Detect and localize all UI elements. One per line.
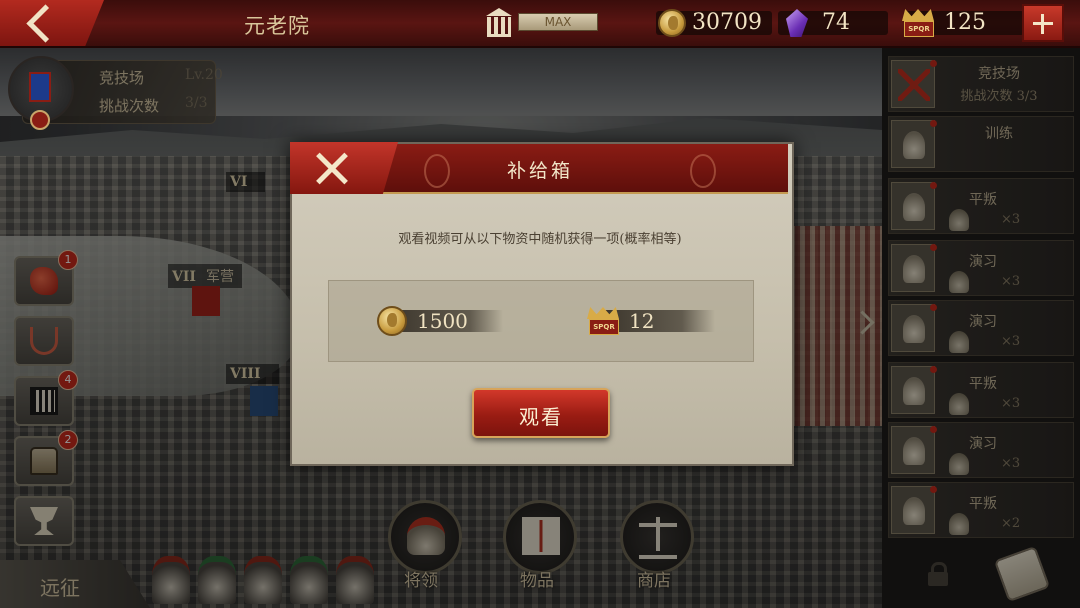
token-counter: 125 xyxy=(902,8,1024,38)
reward-tokens: 12 xyxy=(587,307,715,335)
reward-gold: 1500 xyxy=(377,306,503,336)
close-button[interactable] xyxy=(290,142,398,194)
supply-box-dialog: 补给箱 观看视频可从以下物资中随机获得一项(概率相等) 1500 12 观看 xyxy=(290,142,794,466)
temple-icon xyxy=(484,8,514,37)
gem-counter: 74 xyxy=(778,8,888,38)
add-currency-button[interactable] xyxy=(1022,4,1064,42)
page-title: 元老院 xyxy=(244,14,310,38)
back-arrow-icon xyxy=(26,3,65,43)
dialog-description: 观看视频可从以下物资中随机获得一项(概率相等) xyxy=(398,232,682,247)
building-level: MAX xyxy=(484,8,598,37)
arena-avatar[interactable] xyxy=(8,56,74,130)
banner-icon xyxy=(29,72,51,102)
top-bar: 元老院 MAX 30709 74 125 xyxy=(0,0,1080,48)
gold-counter: 30709 xyxy=(656,8,772,38)
back-button[interactable] xyxy=(0,0,104,46)
watch-video-button[interactable]: 观看 xyxy=(472,388,610,438)
reward-list: 1500 12 xyxy=(328,280,754,362)
arena-sub-icon xyxy=(30,110,50,130)
level-bar: MAX xyxy=(518,13,598,31)
gold-coin-icon xyxy=(377,306,407,336)
gold-coin-icon xyxy=(658,9,686,37)
spqr-token-icon xyxy=(587,307,619,335)
spqr-token-icon xyxy=(902,9,934,37)
